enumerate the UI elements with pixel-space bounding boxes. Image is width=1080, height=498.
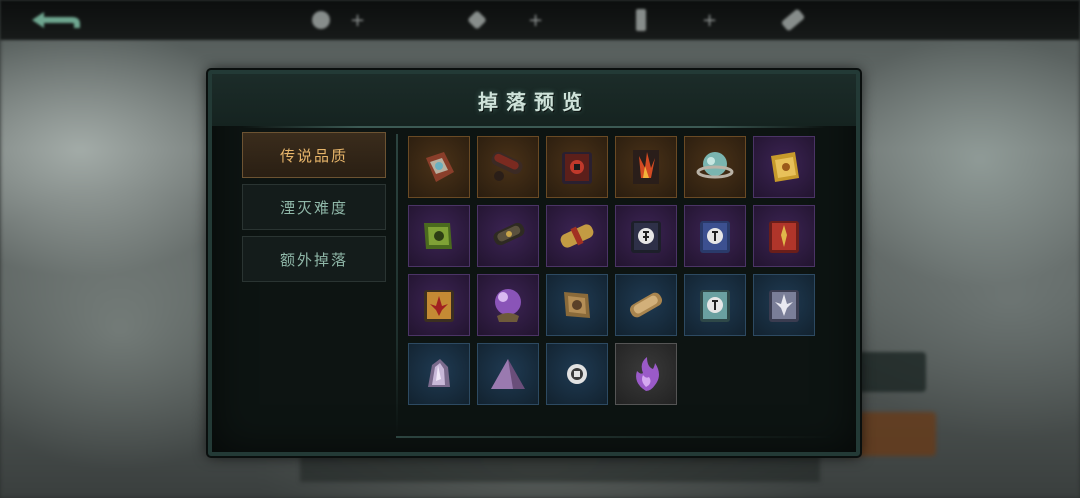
item-slot[interactable]: [753, 136, 815, 198]
tab-label: 湮灭难度: [279, 198, 348, 217]
item-slot[interactable]: [546, 205, 608, 267]
panel-header: 掉落预览: [212, 74, 856, 126]
tab-label: 传说品质: [279, 146, 348, 165]
header-divider: [242, 126, 826, 128]
add-icon[interactable]: +: [528, 10, 543, 31]
tab-annihilation-difficulty[interactable]: 湮灭难度: [242, 184, 386, 230]
sealed-scroll-icon: [560, 224, 594, 248]
resource-gem: +: [467, 8, 543, 32]
gold-scroll-icon: [771, 152, 799, 182]
energy-icon: [636, 9, 646, 31]
item-slot[interactable]: [684, 136, 746, 198]
item-slot[interactable]: [546, 136, 608, 198]
item-grid: [408, 136, 815, 405]
tab-extra-drops[interactable]: 额外掉落: [242, 236, 386, 282]
item-slot[interactable]: [408, 136, 470, 198]
item-slot[interactable]: [546, 343, 608, 405]
map-scroll-icon: [564, 292, 590, 318]
background-bottom-strip: [300, 452, 820, 482]
teal-book-icon: [700, 290, 730, 322]
resource-coin: +: [312, 8, 365, 32]
item-slot[interactable]: [753, 205, 815, 267]
lily-book-icon: [769, 290, 799, 322]
top-resource-bar: + + +: [0, 0, 1080, 40]
crystal-ball-icon: [495, 289, 521, 322]
add-icon[interactable]: +: [702, 10, 717, 31]
pyramid-icon: [491, 359, 525, 389]
drop-preview-panel: 掉落预览 传说品质 湮灭难度 额外掉落: [208, 70, 860, 456]
item-slot[interactable]: [684, 205, 746, 267]
resource-ticket: [780, 8, 812, 32]
cannon-icon: [491, 151, 523, 181]
panel-title: 掉落预览: [478, 90, 590, 114]
gem-icon: [467, 10, 487, 30]
item-slot[interactable]: [408, 274, 470, 336]
item-slot[interactable]: [477, 205, 539, 267]
vertical-divider: [396, 134, 398, 434]
resource-energy: +: [636, 8, 717, 32]
red-book-icon: [769, 221, 799, 253]
tab-label: 额外掉落: [279, 250, 348, 269]
add-icon[interactable]: +: [350, 10, 365, 31]
item-slot[interactable]: [477, 343, 539, 405]
item-slot[interactable]: [477, 274, 539, 336]
item-slot[interactable]: [684, 274, 746, 336]
item-slot[interactable]: [615, 343, 677, 405]
orb-ring-icon: [696, 152, 734, 179]
rune-book-2-icon: [700, 221, 730, 253]
item-slot[interactable]: [615, 274, 677, 336]
coin-icon: [312, 11, 330, 29]
horizontal-divider: [396, 436, 836, 438]
ticket-icon: [780, 8, 806, 32]
background-button: [850, 352, 926, 392]
crystal-shard-icon: [428, 359, 450, 387]
item-slot[interactable]: [408, 343, 470, 405]
item-slot[interactable]: [615, 136, 677, 198]
fleur-book-icon: [424, 290, 454, 322]
item-slot[interactable]: [753, 274, 815, 336]
coin-token-icon: [567, 364, 587, 384]
item-slot[interactable]: [408, 205, 470, 267]
rune-book-icon: [631, 221, 661, 253]
flame-banner-icon: [633, 150, 659, 184]
item-slot[interactable]: [546, 274, 608, 336]
rolled-scroll-icon: [629, 292, 663, 318]
dark-scroll-icon: [493, 222, 525, 246]
purple-flame-icon: [636, 357, 659, 391]
item-slot[interactable]: [615, 205, 677, 267]
green-scroll-icon: [424, 223, 452, 249]
item-slot[interactable]: [477, 136, 539, 198]
red-tome-icon: [562, 152, 592, 184]
tab-legendary-quality[interactable]: 传说品质: [242, 132, 386, 178]
back-button[interactable]: [26, 8, 86, 32]
back-arrow-icon: [32, 12, 80, 28]
bag-icon: [426, 152, 454, 182]
